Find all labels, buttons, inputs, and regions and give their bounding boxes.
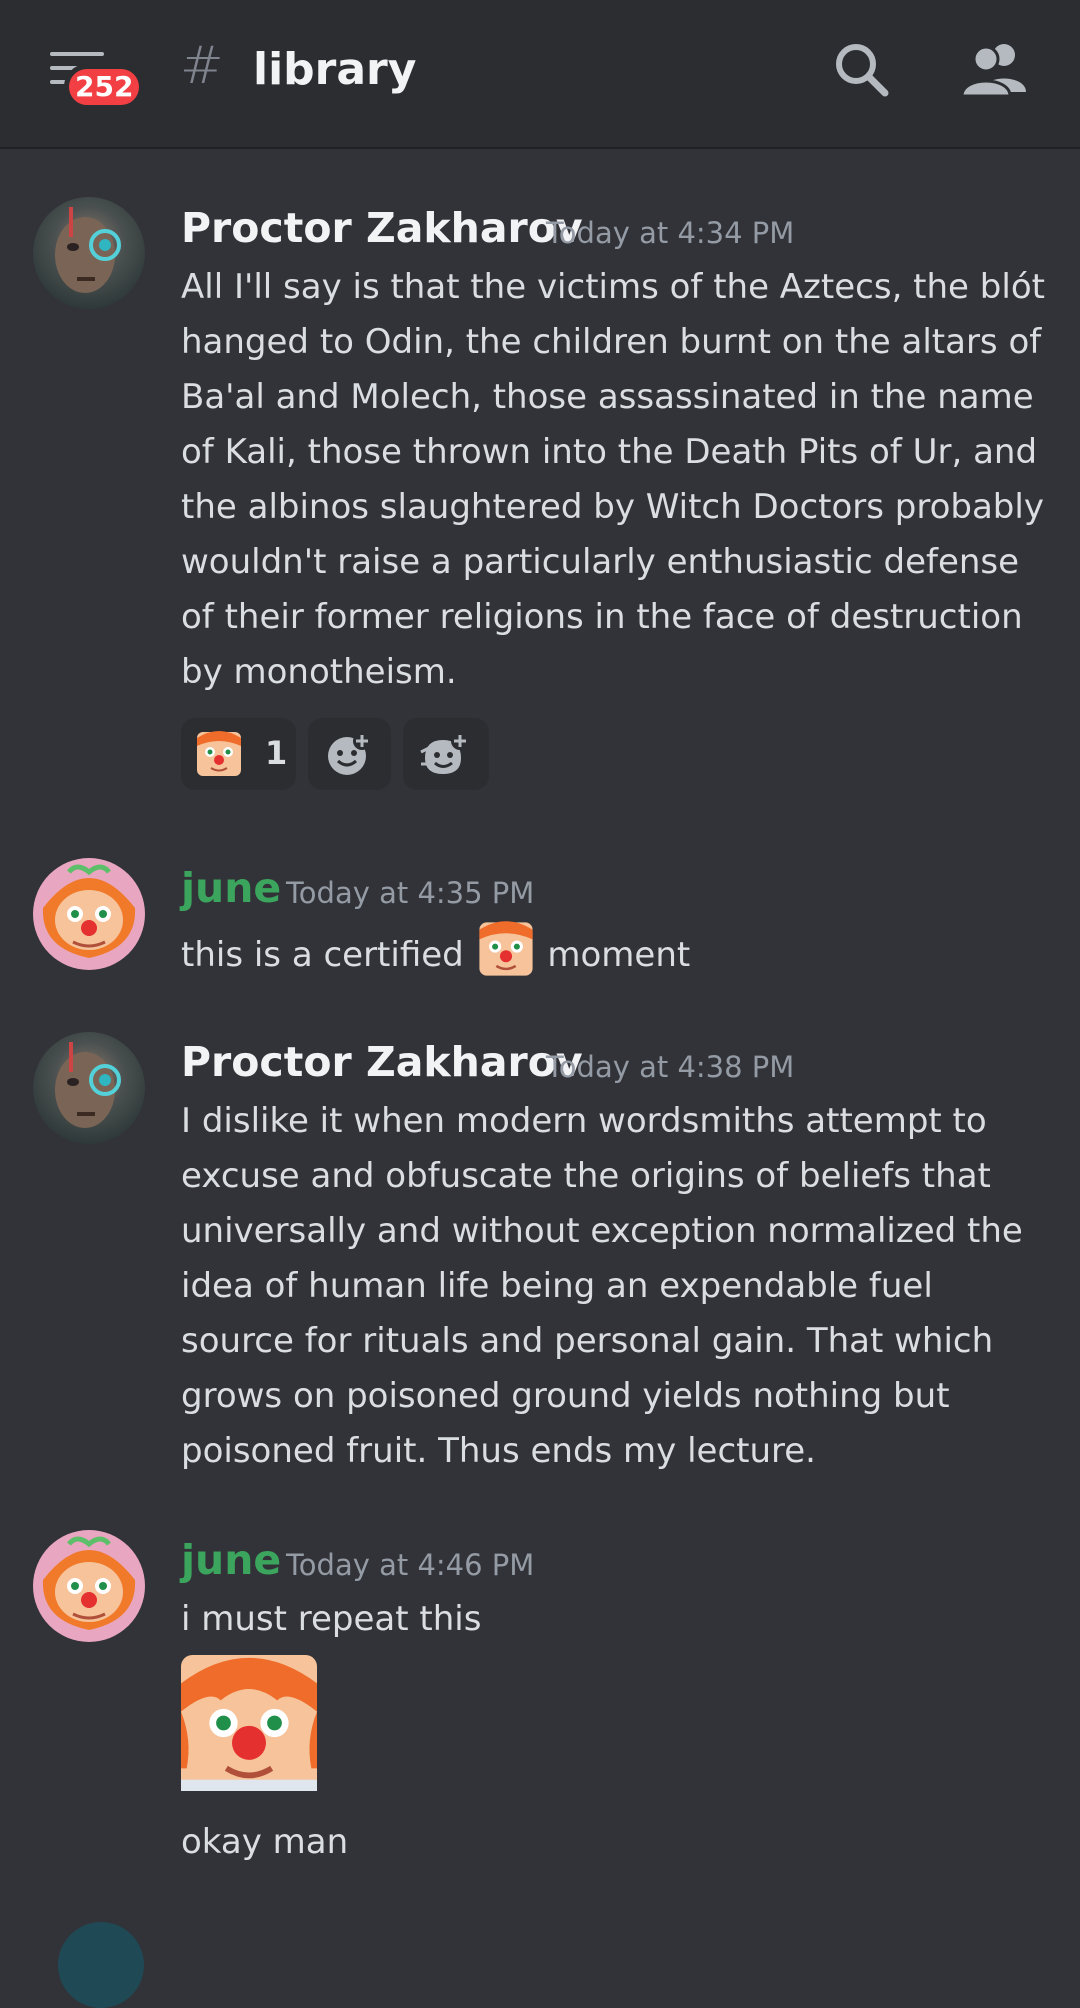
timestamp: Today at 4:38 PM: [546, 1050, 795, 1084]
add-super-reaction-icon: [420, 732, 469, 774]
message-text: this is a certified moment: [181, 920, 1051, 983]
username[interactable]: Proctor Zakharov: [181, 1038, 583, 1086]
reaction-clown[interactable]: 1: [181, 718, 296, 790]
followup-text: okay man: [181, 1822, 349, 1862]
add-reaction-button[interactable]: [308, 718, 391, 790]
timestamp: Today at 4:34 PM: [546, 216, 795, 250]
add-reaction-icon: [328, 732, 371, 775]
menu-button[interactable]: 252: [50, 48, 145, 110]
message-text-before: this is a certified: [181, 935, 464, 975]
username[interactable]: Proctor Zakharov: [181, 204, 583, 252]
username[interactable]: june: [181, 864, 281, 912]
clown-emoji-icon: [478, 921, 533, 976]
avatar[interactable]: [33, 858, 145, 970]
channel-name[interactable]: library: [253, 44, 416, 95]
message-text: All I'll say is that the victims of the …: [181, 267, 1045, 692]
message-text: i must repeat this: [181, 1599, 482, 1639]
avatar[interactable]: [33, 197, 145, 309]
search-icon: [836, 44, 889, 97]
hash-icon: #: [180, 36, 224, 96]
username[interactable]: june: [181, 1536, 281, 1584]
members-button[interactable]: [960, 40, 1030, 100]
avatar[interactable]: [33, 1530, 145, 1642]
timestamp: Today at 4:46 PM: [286, 1548, 535, 1582]
unread-badge: 252: [64, 64, 145, 110]
clown-emoji-icon: [197, 731, 241, 776]
avatar[interactable]: [58, 1922, 144, 2008]
search-button[interactable]: [830, 38, 894, 102]
add-super-reaction-button[interactable]: [403, 718, 489, 790]
channel-header: 252 # library: [0, 0, 1080, 149]
members-icon: [960, 44, 1026, 98]
reaction-count: 1: [265, 734, 288, 772]
avatar[interactable]: [33, 1032, 145, 1144]
message-text-after: moment: [547, 935, 691, 975]
clown-emoji-large: [181, 1655, 317, 1791]
timestamp: Today at 4:35 PM: [286, 876, 535, 910]
message-text: I dislike it when modern wordsmiths atte…: [181, 1101, 1023, 1471]
